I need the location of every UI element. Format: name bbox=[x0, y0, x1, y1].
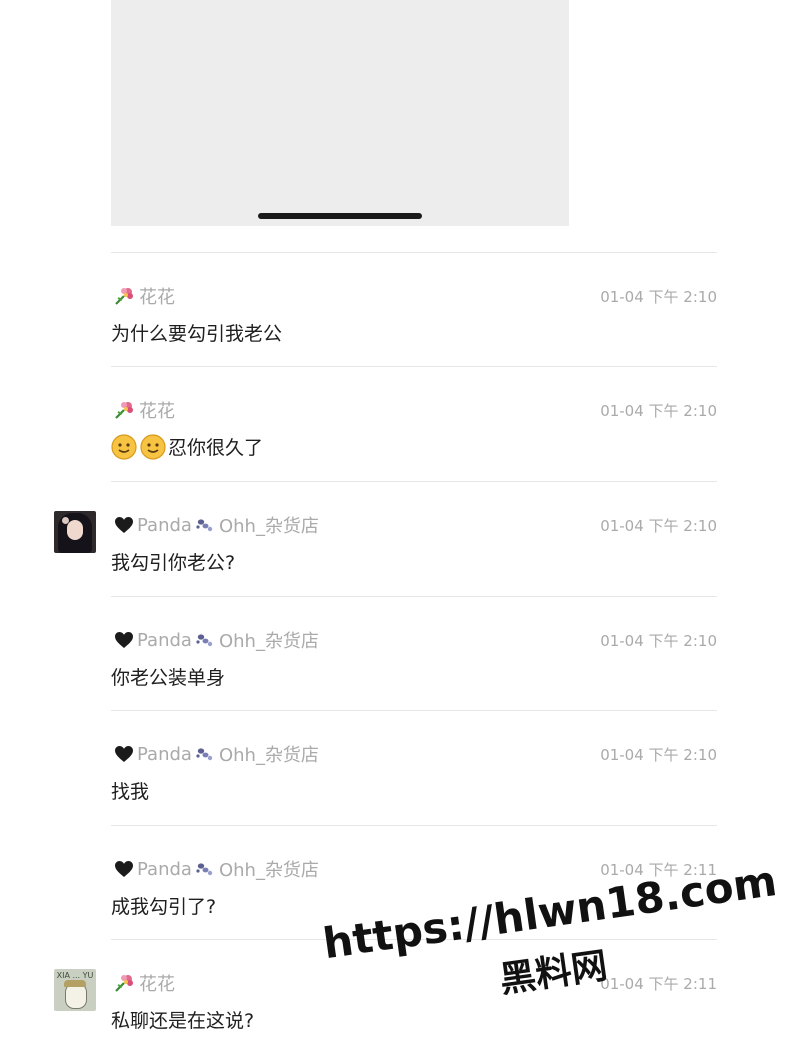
message-timestamp: 01-04 下午 2:10 bbox=[600, 746, 717, 764]
chat-message[interactable]: 花花 01-04 下午 2:10 忍你很久了 bbox=[0, 376, 800, 490]
sender-line[interactable]: 花花 bbox=[114, 972, 175, 995]
sender-line[interactable]: Panda Ohh_杂货店 bbox=[114, 629, 319, 652]
sender-name-prefix: Panda bbox=[137, 629, 192, 651]
sender-line[interactable]: Panda Ohh_杂货店 bbox=[114, 858, 319, 881]
paw-icon bbox=[196, 634, 213, 647]
message-timestamp: 01-04 下午 2:10 bbox=[600, 517, 717, 535]
message-divider bbox=[111, 252, 717, 253]
avatar-face bbox=[67, 520, 83, 540]
sender-name-suffix: Ohh_杂货店 bbox=[218, 860, 319, 881]
avatar-hat bbox=[64, 980, 86, 987]
home-indicator-bar bbox=[258, 213, 422, 219]
message-text-content: 私聊还是在这说? bbox=[111, 1010, 255, 1032]
media-preview[interactable] bbox=[111, 0, 569, 226]
paw-icon bbox=[196, 519, 213, 532]
paw-icon bbox=[196, 863, 213, 876]
sender-name-suffix: Ohh_杂货店 bbox=[218, 745, 319, 766]
sender-name: 花花 bbox=[139, 287, 175, 308]
sender-name: 花花 bbox=[139, 974, 175, 995]
sender-line[interactable]: Panda Ohh_杂货店 bbox=[114, 743, 319, 766]
chat-message[interactable]: Panda Ohh_杂货店 01-04 下午 2:10 找我 bbox=[0, 720, 800, 834]
avatar[interactable] bbox=[54, 511, 96, 553]
flower-icon bbox=[115, 975, 133, 992]
message-text: 我勾引你老公? bbox=[111, 548, 235, 575]
flower-icon bbox=[115, 288, 133, 305]
chat-message[interactable]: 花花 01-04 下午 2:10 为什么要勾引我老公 bbox=[0, 262, 800, 376]
message-text-content: 我勾引你老公? bbox=[111, 552, 236, 574]
flower-icon bbox=[115, 402, 133, 419]
sender-name-suffix: Ohh_杂货店 bbox=[218, 631, 319, 652]
message-text-content: 成我勾引了? bbox=[111, 896, 217, 918]
sender-line[interactable]: 花花 bbox=[114, 285, 175, 308]
message-timestamp: 01-04 下午 2:10 bbox=[600, 288, 717, 306]
message-text: 找我 bbox=[111, 777, 149, 804]
paw-icon bbox=[196, 748, 213, 761]
sender-line[interactable]: 花花 bbox=[114, 399, 175, 422]
black-heart-icon bbox=[115, 861, 133, 877]
message-timestamp: 01-04 下午 2:10 bbox=[600, 402, 717, 420]
sender-name-prefix: Panda bbox=[137, 514, 192, 536]
message-text: 你老公装单身 bbox=[111, 663, 225, 690]
sender-name-prefix: Panda bbox=[137, 743, 192, 765]
message-text-content: 找我 bbox=[111, 781, 150, 803]
avatar[interactable]: XIA ... YU bbox=[54, 969, 96, 1011]
sender-line[interactable]: Panda Ohh_杂货店 bbox=[114, 514, 319, 537]
message-text: 成我勾引了? bbox=[111, 892, 216, 919]
black-heart-icon bbox=[115, 746, 133, 762]
black-heart-icon bbox=[115, 517, 133, 533]
smile-emoji-icon bbox=[140, 433, 166, 460]
message-text: 私聊还是在这说? bbox=[111, 1006, 254, 1033]
message-text: 为什么要勾引我老公 bbox=[111, 319, 282, 346]
smile-emoji-icon bbox=[111, 433, 137, 460]
sender-name-prefix: Panda bbox=[137, 858, 192, 880]
message-text-content: 你老公装单身 bbox=[111, 667, 226, 689]
chat-message[interactable]: Panda Ohh_杂货店 01-04 下午 2:10 你老公装单身 bbox=[0, 606, 800, 720]
message-text-content: 为什么要勾引我老公 bbox=[111, 323, 283, 345]
message-text: 忍你很久了 bbox=[111, 433, 263, 460]
message-text-content: 忍你很久了 bbox=[168, 437, 264, 459]
message-timestamp: 01-04 下午 2:10 bbox=[600, 632, 717, 650]
sender-name: 花花 bbox=[139, 401, 175, 422]
avatar-text: XIA ... YU bbox=[56, 971, 94, 980]
black-heart-icon bbox=[115, 632, 133, 648]
chat-message[interactable]: Panda Ohh_杂货店 01-04 下午 2:10 我勾引你老公? bbox=[0, 491, 800, 605]
avatar-ear bbox=[62, 517, 69, 524]
sender-name-suffix: Ohh_杂货店 bbox=[218, 516, 319, 537]
